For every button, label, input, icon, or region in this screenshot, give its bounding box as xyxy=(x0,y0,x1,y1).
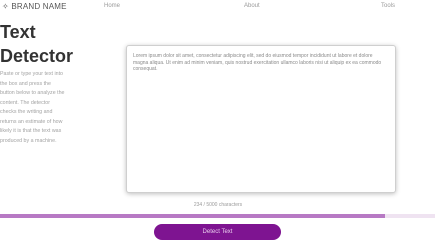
progress-bar xyxy=(0,214,435,218)
detect-button[interactable]: Detect Text xyxy=(154,224,281,240)
nav-link-tools[interactable]: Tools xyxy=(381,3,395,9)
text-input-area[interactable]: Lorem ipsum dolor sit amet, consectetur … xyxy=(126,45,396,193)
top-navigation: ✧ BRAND NAME Home About Tools xyxy=(0,0,435,14)
progress-bar-fill xyxy=(0,214,385,218)
brand-logo[interactable]: ✧ BRAND NAME xyxy=(2,2,67,11)
nav-link-about[interactable]: About xyxy=(244,3,260,9)
character-count: 234 / 5000 characters xyxy=(193,202,243,208)
page-description: Paste or type your text into the box and… xyxy=(0,71,65,144)
nav-link-home[interactable]: Home xyxy=(104,3,120,9)
page-title: Text Detector xyxy=(0,22,74,66)
